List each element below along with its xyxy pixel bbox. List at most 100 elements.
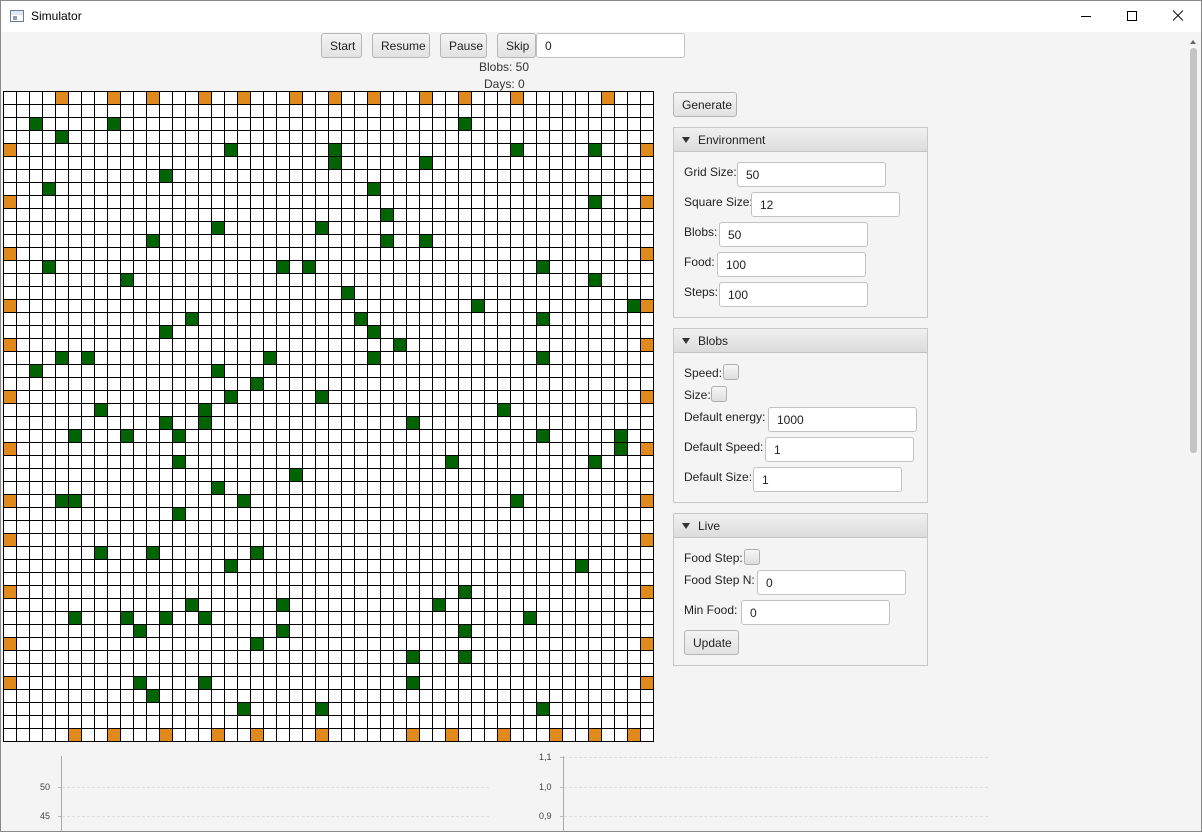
empty-cell xyxy=(316,274,328,286)
empty-cell xyxy=(173,495,185,507)
food-cell xyxy=(199,612,211,624)
y-tick-label: 0,9 xyxy=(539,811,552,821)
empty-cell xyxy=(628,586,640,598)
empty-cell xyxy=(30,495,42,507)
skip-steps-input[interactable] xyxy=(536,33,685,58)
empty-cell xyxy=(628,716,640,728)
grid-size-input[interactable] xyxy=(737,162,886,187)
empty-cell xyxy=(498,612,510,624)
empty-cell xyxy=(459,248,471,260)
generate-button[interactable]: Generate xyxy=(673,92,737,117)
empty-cell xyxy=(498,599,510,611)
default-size-input[interactable] xyxy=(753,467,902,492)
empty-cell xyxy=(641,404,653,416)
empty-cell xyxy=(108,222,120,234)
empty-cell xyxy=(498,469,510,481)
empty-cell xyxy=(628,404,640,416)
empty-cell xyxy=(108,157,120,169)
empty-cell xyxy=(342,508,354,520)
empty-cell xyxy=(498,365,510,377)
empty-cell xyxy=(238,469,250,481)
close-button[interactable] xyxy=(1155,1,1201,31)
food-cell xyxy=(173,456,185,468)
empty-cell xyxy=(4,404,16,416)
food-cell xyxy=(30,118,42,130)
minimize-icon xyxy=(1081,15,1091,17)
maximize-button[interactable] xyxy=(1109,1,1155,31)
empty-cell xyxy=(589,651,601,663)
scroll-up-arrow-icon[interactable] xyxy=(1190,40,1196,44)
empty-cell xyxy=(17,560,29,572)
speed-checkbox[interactable] xyxy=(723,364,739,380)
empty-cell xyxy=(30,638,42,650)
empty-cell xyxy=(30,222,42,234)
empty-cell xyxy=(212,690,224,702)
empty-cell xyxy=(264,222,276,234)
empty-cell xyxy=(4,729,16,741)
empty-cell xyxy=(602,170,614,182)
empty-cell xyxy=(563,131,575,143)
food-step-n-input[interactable] xyxy=(757,570,906,595)
empty-cell xyxy=(212,196,224,208)
vertical-scrollbar[interactable] xyxy=(1188,36,1199,831)
empty-cell xyxy=(108,287,120,299)
empty-cell xyxy=(277,690,289,702)
empty-cell xyxy=(407,482,419,494)
scrollbar-thumb[interactable] xyxy=(1190,48,1197,453)
empty-cell xyxy=(199,365,211,377)
square-size-input[interactable] xyxy=(751,192,900,217)
empty-cell xyxy=(537,599,549,611)
food-step-checkbox[interactable] xyxy=(744,549,760,565)
empty-cell xyxy=(186,209,198,221)
empty-cell xyxy=(329,274,341,286)
empty-cell xyxy=(394,157,406,169)
empty-cell xyxy=(576,183,588,195)
minimize-button[interactable] xyxy=(1063,1,1109,31)
empty-cell xyxy=(472,638,484,650)
empty-cell xyxy=(368,521,380,533)
update-button[interactable]: Update xyxy=(684,630,739,655)
empty-cell xyxy=(589,92,601,104)
empty-cell xyxy=(56,365,68,377)
empty-cell xyxy=(316,300,328,312)
empty-cell xyxy=(628,430,640,442)
skip-button[interactable]: Skip xyxy=(497,33,536,58)
empty-cell xyxy=(615,664,627,676)
food-cell xyxy=(316,222,328,234)
empty-cell xyxy=(95,625,107,637)
start-button[interactable]: Start xyxy=(321,33,362,58)
empty-cell xyxy=(446,92,458,104)
size-checkbox[interactable] xyxy=(711,386,727,402)
steps-input[interactable] xyxy=(719,282,868,307)
empty-cell xyxy=(459,664,471,676)
empty-cell xyxy=(43,547,55,559)
empty-cell xyxy=(628,352,640,364)
default-energy-input[interactable] xyxy=(768,407,917,432)
empty-cell xyxy=(394,183,406,195)
blob-cell xyxy=(368,92,380,104)
food-input[interactable] xyxy=(717,252,866,277)
pause-button[interactable]: Pause xyxy=(440,33,487,58)
empty-cell xyxy=(160,209,172,221)
blobs-panel-header[interactable]: Blobs xyxy=(674,329,927,353)
empty-cell xyxy=(134,651,146,663)
blobs-input[interactable] xyxy=(719,222,868,247)
empty-cell xyxy=(615,508,627,520)
empty-cell xyxy=(277,534,289,546)
default-speed-input[interactable] xyxy=(765,437,914,462)
empty-cell xyxy=(628,378,640,390)
empty-cell xyxy=(446,365,458,377)
min-food-input[interactable] xyxy=(741,600,890,625)
empty-cell xyxy=(329,222,341,234)
empty-cell xyxy=(576,144,588,156)
resume-button[interactable]: Resume xyxy=(372,33,430,58)
empty-cell xyxy=(368,209,380,221)
empty-cell xyxy=(186,677,198,689)
empty-cell xyxy=(225,625,237,637)
live-panel-header[interactable]: Live xyxy=(674,514,927,538)
empty-cell xyxy=(43,313,55,325)
empty-cell xyxy=(316,209,328,221)
empty-cell xyxy=(134,157,146,169)
empty-cell xyxy=(212,378,224,390)
environment-panel-header[interactable]: Environment xyxy=(674,128,927,152)
